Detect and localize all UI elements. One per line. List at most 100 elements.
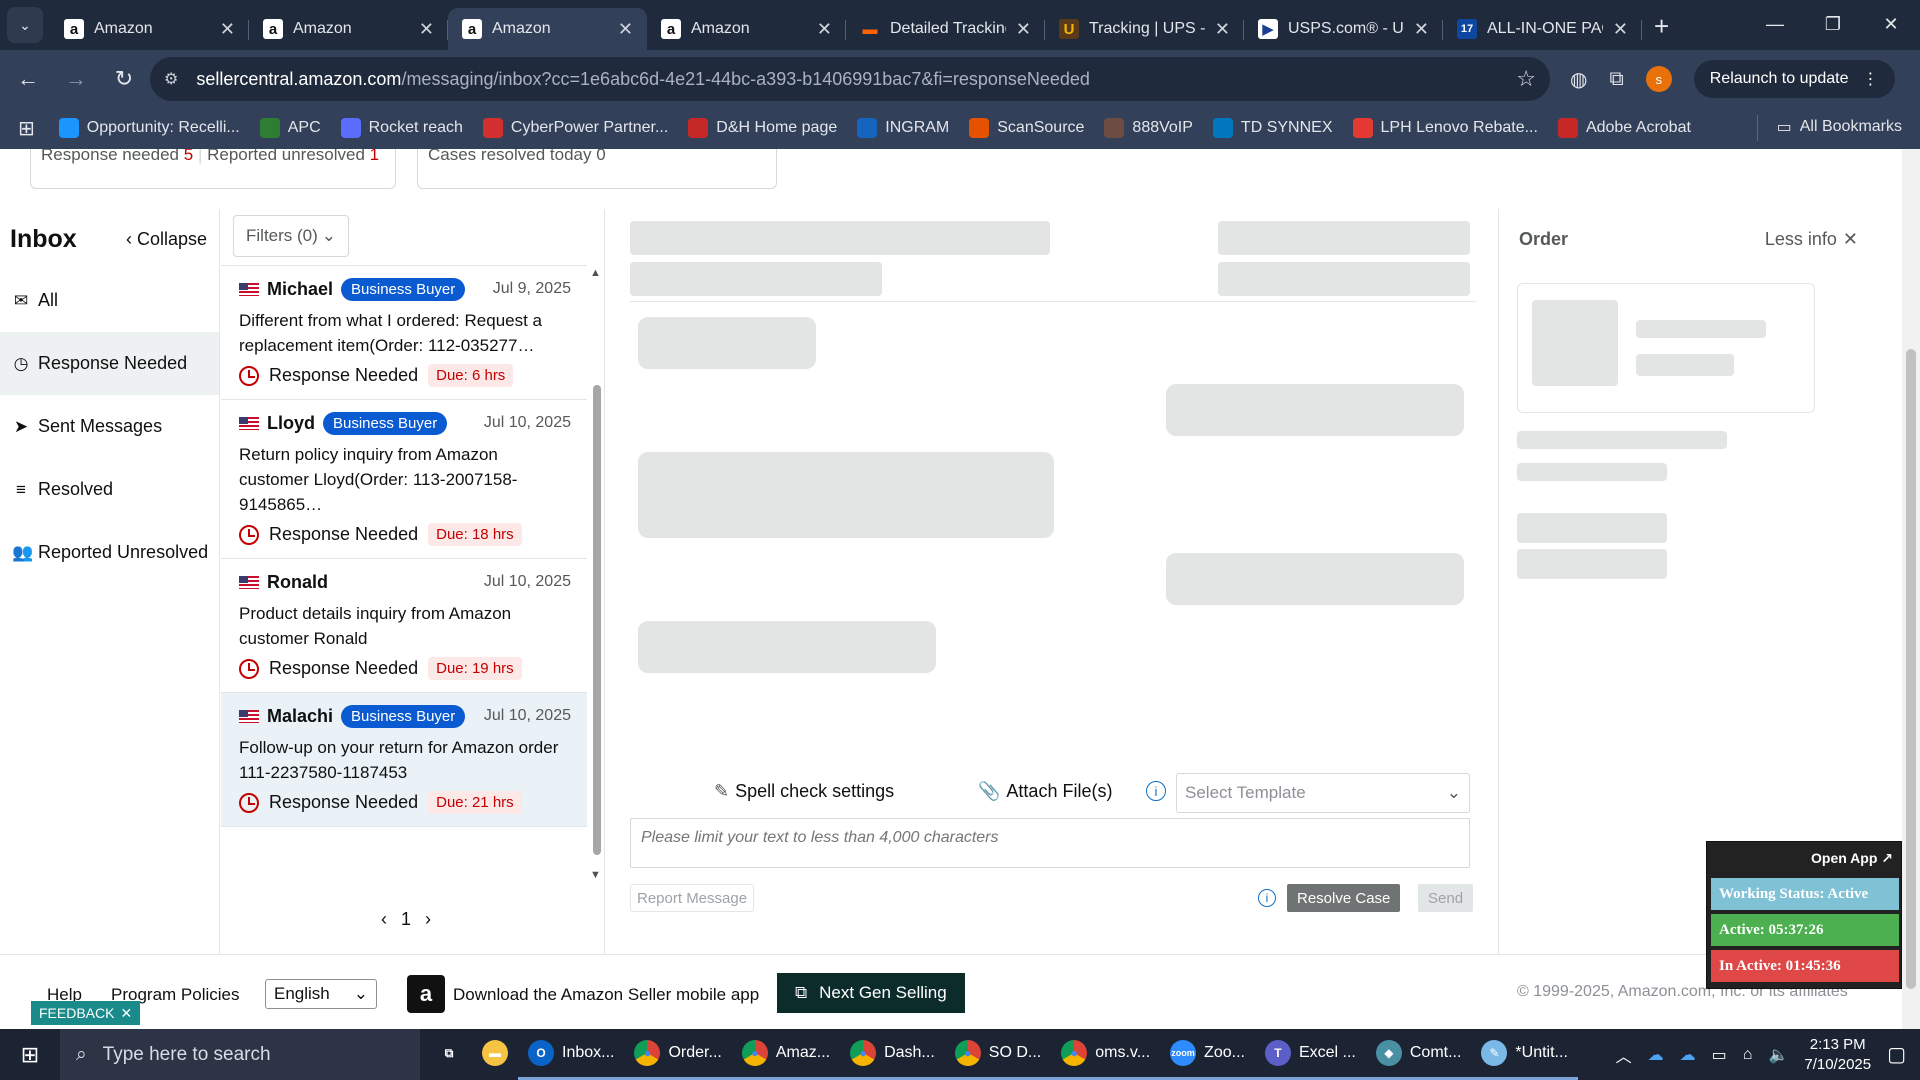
bookmark-item[interactable]: 888VoIP [1104,118,1193,138]
message-item[interactable]: Malachi Business Buyer Jul 10, 2025 Follow-… [221,693,587,827]
address-bar[interactable]: ⚙ sellercentral.amazon.com/messaging/inb… [150,57,1550,101]
bookmark-item[interactable]: Rocket reach [340,118,463,138]
scroll-down-icon[interactable]: ▼ [590,869,601,881]
bookmark-item[interactable]: INGRAM [857,118,949,138]
next-page-icon[interactable]: › [425,909,431,930]
current-page[interactable]: 1 [401,909,411,930]
bookmark-item[interactable]: LPH Lenovo Rebate... [1352,118,1538,138]
forward-icon[interactable]: → [56,59,96,99]
translate-icon[interactable]: ◍ [1570,67,1587,92]
browser-tab[interactable]: ▶ USPS.com® - US ✕ [1244,8,1443,50]
minimize-icon[interactable]: — [1746,0,1804,48]
reload-icon[interactable]: ↻ [104,59,144,99]
onedrive-icon[interactable]: ☁ [1680,1045,1696,1065]
response-needed-count[interactable]: 5 [184,149,193,164]
close-tab-icon[interactable]: ✕ [1613,19,1628,40]
inbox-nav-reported-unresolved[interactable]: 👥 Reported Unresolved [0,521,219,584]
taskbar-app[interactable]: ● Amaz... [731,1029,841,1080]
scroll-up-icon[interactable]: ▲ [590,267,601,279]
report-message-button[interactable]: Report Message [630,884,755,912]
chevron-up-icon[interactable]: ︿ [1616,1043,1632,1067]
bookmark-item[interactable]: CyberPower Partner... [482,118,668,138]
bookmark-star-icon[interactable]: ☆ [1516,66,1536,92]
taskbar-app[interactable]: O Inbox... [518,1029,625,1080]
bookmark-item[interactable]: Opportunity: Recelli... [58,118,240,138]
scrollbar-thumb[interactable] [593,385,601,855]
language-select[interactable]: English ⌄ [265,979,377,1009]
download-app-link[interactable]: Download the Amazon Seller mobile app [453,985,759,1005]
notifications-icon[interactable]: ▢ [1887,1042,1906,1067]
next-gen-selling-button[interactable]: ⧉ Next Gen Selling [777,973,965,1013]
less-info-button[interactable]: Less info ✕ [1765,229,1858,250]
onedrive-icon[interactable]: ☁ [1648,1045,1664,1065]
browser-tab[interactable]: 17 ALL-IN-ONE PAC ✕ [1443,8,1642,50]
taskbar-app[interactable]: ● SO D... [944,1029,1052,1080]
bookmark-item[interactable]: ScanSource [969,118,1084,138]
message-item[interactable]: Ronald Jul 10, 2025 Product details inquir… [221,559,587,693]
reported-unresolved-count[interactable]: 1 [370,149,379,164]
close-tab-icon[interactable]: ✕ [1215,19,1230,40]
close-tab-icon[interactable]: ✕ [817,19,832,40]
taskbar-clock[interactable]: 2:13 PM 7/10/2025 [1804,1035,1871,1075]
send-button[interactable]: Send [1418,884,1474,912]
prev-page-icon[interactable]: ‹ [381,909,387,930]
open-app-button[interactable]: Open App ↗ [1811,850,1893,867]
spell-check-settings-button[interactable]: ✎ Spell check settings [714,781,894,802]
close-tab-icon[interactable]: ✕ [618,19,633,40]
browser-tab[interactable]: U Tracking | UPS - U ✕ [1045,8,1244,50]
close-window-icon[interactable]: ✕ [1862,0,1920,48]
taskbar-app[interactable]: ◆ Comt... [1365,1029,1472,1080]
info-icon[interactable]: i [1146,781,1166,801]
close-tab-icon[interactable]: ✕ [1016,19,1031,40]
feedback-button[interactable]: FEEDBACK ✕ [31,1001,141,1025]
page-scrollbar[interactable] [1902,149,1920,1029]
close-icon[interactable]: ✕ [120,1005,132,1022]
browser-tab[interactable]: a Amazon ✕ [50,8,249,50]
close-tab-icon[interactable]: ✕ [1414,19,1429,40]
windows-start-icon[interactable]: ⊞ [0,1029,60,1080]
volume-icon[interactable]: 🔈 [1768,1045,1788,1065]
bookmark-item[interactable]: TD SYNNEX [1212,118,1333,138]
restore-icon[interactable]: ❐ [1804,0,1862,48]
close-tab-icon[interactable]: ✕ [419,19,434,40]
attach-files-button[interactable]: 📎 Attach File(s) [978,781,1112,802]
inbox-nav-sent-messages[interactable]: ➤ Sent Messages [0,395,219,458]
taskbar-app[interactable]: ● Order... [624,1029,732,1080]
taskbar-app[interactable]: ● Dash... [840,1029,945,1080]
inbox-nav-response-needed[interactable]: ◷ Response Needed [0,332,219,395]
taskbar-app[interactable]: ✎ *Untit... [1471,1029,1578,1080]
message-item[interactable]: Michael Business Buyer Jul 9, 2025 Differen… [221,266,587,400]
close-tab-icon[interactable]: ✕ [220,19,235,40]
select-template-dropdown[interactable]: Select Template ⌄ [1176,773,1470,813]
browser-tab[interactable]: a Amazon ✕ [647,8,846,50]
taskbar-app[interactable]: ▬ [472,1029,518,1080]
profile-avatar[interactable]: s [1645,66,1672,92]
inbox-nav-all[interactable]: ✉ All [0,269,219,332]
back-icon[interactable]: ← [8,59,48,99]
filters-button[interactable]: Filters (0) ⌄ [233,215,350,257]
taskbar-app[interactable]: zoom Zoo... [1160,1029,1255,1080]
amazon-app-icon[interactable]: a [407,975,445,1013]
taskbar-app[interactable]: ● oms.v... [1051,1029,1161,1080]
reply-textarea[interactable] [630,818,1470,868]
taskbar-app[interactable]: ⧉ [426,1029,472,1080]
site-info-icon[interactable]: ⚙ [164,69,178,89]
message-item[interactable]: Lloyd Business Buyer Jul 10, 2025 Return po… [221,400,587,559]
battery-icon[interactable]: ▭ [1712,1045,1727,1065]
browser-tab[interactable]: a Amazon ✕ [249,8,448,50]
taskbar-search[interactable]: ⌕ Type here to search [60,1029,420,1080]
taskbar-app[interactable]: T Excel ... [1254,1029,1366,1080]
tab-search-button[interactable]: ⌄ [7,7,43,43]
new-tab-button[interactable]: + [1654,11,1669,42]
bookmark-item[interactable]: Adobe Acrobat [1557,118,1691,138]
bookmark-item[interactable]: D&H Home page [688,118,837,138]
inbox-nav-resolved[interactable]: ≡ Resolved [0,458,219,521]
info-icon[interactable]: i [1258,889,1276,907]
extensions-icon[interactable]: ⧉ [1609,68,1623,91]
relaunch-button[interactable]: Relaunch to update ⋮ [1693,60,1895,98]
collapse-button[interactable]: ‹ Collapse [126,229,207,250]
scrollbar-thumb[interactable] [1906,349,1916,989]
apps-grid-icon[interactable]: ⊞ [18,116,35,141]
all-bookmarks-button[interactable]: ▭ All Bookmarks [1756,115,1902,141]
bookmark-item[interactable]: APC [259,118,321,138]
